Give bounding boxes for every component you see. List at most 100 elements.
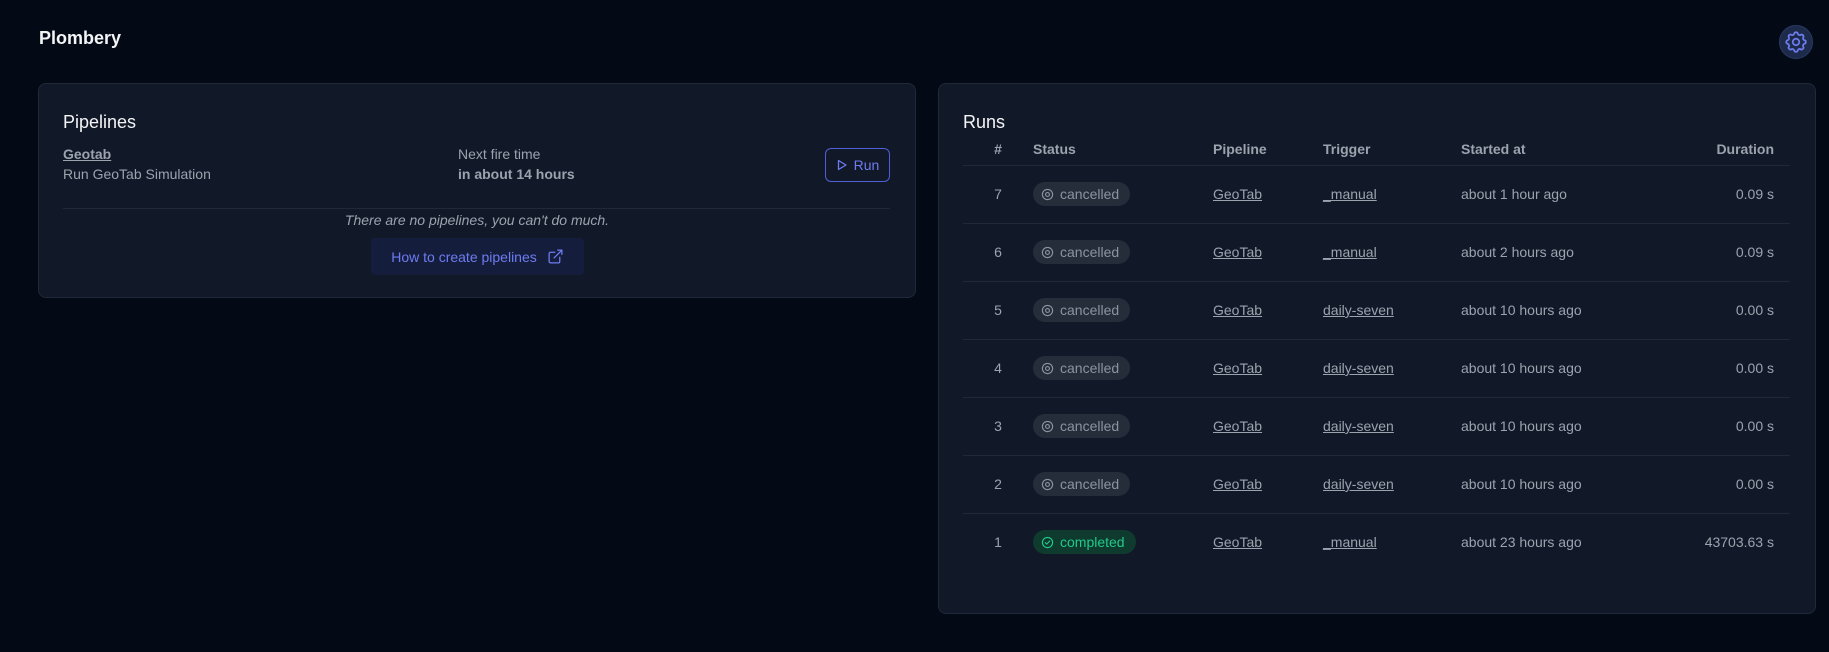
trigger-link[interactable]: daily-seven	[1323, 302, 1394, 318]
trigger-cell: _manual	[1323, 164, 1461, 223]
cancelled-icon	[1041, 420, 1054, 432]
status-badge: cancelled	[1033, 240, 1131, 264]
pipeline-cell: GeoTab	[1213, 164, 1323, 223]
column-header-started-at: Started at	[1461, 140, 1526, 157]
pipeline-name-link[interactable]: Geotab	[63, 146, 111, 162]
run-number: 2	[963, 454, 1033, 513]
status-cell: cancelled	[1033, 164, 1213, 223]
status-label: cancelled	[1060, 476, 1120, 492]
pipeline-link[interactable]: GeoTab	[1213, 476, 1262, 492]
table-row[interactable]: 5 cancelled GeoTab daily-seven about 10 hour…	[963, 280, 1790, 339]
run-number: 4	[963, 338, 1033, 397]
empty-message: There are no pipelines, you can't do muc…	[344, 212, 610, 228]
runs-title: Runs	[963, 112, 1006, 132]
divider	[63, 208, 890, 209]
status-label: cancelled	[1060, 186, 1120, 202]
duration: 0.09 s	[1681, 164, 1790, 223]
pipeline-link[interactable]: GeoTab	[1213, 418, 1262, 434]
status-label: cancelled	[1060, 418, 1120, 434]
cancelled-icon	[1041, 188, 1054, 200]
run-button[interactable]: Run	[825, 148, 890, 182]
pipeline-cell: GeoTab	[1213, 454, 1323, 513]
trigger-link[interactable]: _manual	[1323, 534, 1377, 550]
status-label: cancelled	[1060, 244, 1120, 260]
status-cell: completed	[1033, 512, 1213, 571]
table-row[interactable]: 6 cancelled GeoTab _manual about 2 hours ago…	[963, 222, 1790, 281]
trigger-cell: daily-seven	[1323, 396, 1461, 455]
trigger-cell: daily-seven	[1323, 338, 1461, 397]
table-header-row: # Status Pipeline Trigger Started at Dur…	[963, 133, 1790, 165]
pipeline-cell: GeoTab	[1213, 512, 1323, 571]
status-cell: cancelled	[1033, 396, 1213, 455]
trigger-link[interactable]: daily-seven	[1323, 476, 1394, 492]
trigger-link[interactable]: daily-seven	[1323, 418, 1394, 434]
started-at: about 2 hours ago	[1461, 222, 1681, 281]
status-label: completed	[1060, 534, 1125, 551]
pipeline-link[interactable]: GeoTab	[1213, 360, 1262, 376]
duration: 0.00 s	[1681, 338, 1790, 397]
next-fire-value: in about 14 hours	[458, 166, 575, 182]
duration: 0.09 s	[1681, 222, 1790, 281]
trigger-link[interactable]: daily-seven	[1323, 360, 1394, 376]
status-badge: completed	[1033, 530, 1136, 555]
table-row[interactable]: 2 cancelled GeoTab daily-seven about 10 hour…	[963, 454, 1790, 513]
trigger-cell: _manual	[1323, 512, 1461, 571]
duration: 43703.63 s	[1681, 512, 1790, 571]
status-cell: cancelled	[1033, 338, 1213, 397]
pipeline-cell: GeoTab	[1213, 222, 1323, 281]
cancelled-icon	[1041, 246, 1054, 258]
next-fire-label: Next fire time	[458, 146, 541, 162]
table-row[interactable]: 7 cancelled GeoTab _manual about 1 hour ago 0…	[963, 164, 1790, 223]
table-row[interactable]: 1 completed GeoTab _manual about 23 hours ag…	[963, 512, 1790, 571]
column-header-number: #	[994, 140, 1002, 157]
trigger-link[interactable]: _manual	[1323, 244, 1377, 260]
howto-label: How to create pipelines	[391, 248, 537, 265]
cancelled-icon	[1041, 362, 1054, 374]
pipeline-link[interactable]: GeoTab	[1213, 244, 1262, 260]
settings-button[interactable]	[1779, 25, 1813, 59]
status-label: cancelled	[1060, 360, 1120, 376]
started-at: about 10 hours ago	[1461, 280, 1681, 339]
run-number: 7	[963, 164, 1033, 223]
run-number: 3	[963, 396, 1033, 455]
duration: 0.00 s	[1681, 280, 1790, 339]
cancelled-icon	[1041, 304, 1054, 316]
pipeline-cell: GeoTab	[1213, 338, 1323, 397]
table-row[interactable]: 4 cancelled GeoTab daily-seven about 10 hour…	[963, 338, 1790, 397]
started-at: about 1 hour ago	[1461, 164, 1681, 223]
trigger-cell: daily-seven	[1323, 454, 1461, 513]
pipeline-cell: GeoTab	[1213, 280, 1323, 339]
started-at: about 10 hours ago	[1461, 454, 1681, 513]
status-badge: cancelled	[1033, 414, 1131, 438]
run-button-label: Run	[853, 157, 880, 173]
status-badge: cancelled	[1033, 356, 1131, 380]
run-number: 6	[963, 222, 1033, 281]
column-header-duration: Duration	[1716, 140, 1774, 157]
column-header-trigger: Trigger	[1323, 140, 1371, 157]
started-at: about 10 hours ago	[1461, 396, 1681, 455]
column-header-status: Status	[1033, 140, 1076, 157]
play-icon	[837, 159, 847, 171]
gear-icon	[1785, 31, 1807, 53]
status-label: cancelled	[1060, 302, 1120, 318]
pipeline-link[interactable]: GeoTab	[1213, 186, 1262, 202]
table-row[interactable]: 3 cancelled GeoTab daily-seven about 10 hour…	[963, 396, 1790, 455]
status-badge: cancelled	[1033, 472, 1131, 496]
status-cell: cancelled	[1033, 280, 1213, 339]
pipeline-link[interactable]: GeoTab	[1213, 302, 1262, 318]
run-number: 5	[963, 280, 1033, 339]
pipelines-title: Pipelines	[63, 112, 137, 132]
trigger-cell: daily-seven	[1323, 280, 1461, 339]
status-badge: cancelled	[1033, 182, 1131, 206]
app-title: Plombery	[39, 28, 122, 48]
runs-table: # Status Pipeline Trigger Started at Dur…	[963, 133, 1790, 571]
duration: 0.00 s	[1681, 454, 1790, 513]
how-to-create-pipelines-link[interactable]: How to create pipelines	[371, 238, 584, 275]
check-circle-icon	[1041, 536, 1054, 548]
status-cell: cancelled	[1033, 454, 1213, 513]
pipeline-link[interactable]: GeoTab	[1213, 534, 1262, 550]
started-at: about 23 hours ago	[1461, 512, 1681, 571]
trigger-cell: _manual	[1323, 222, 1461, 281]
runs-card: Runs # Status Pipeline Trigger Started a…	[938, 83, 1816, 614]
trigger-link[interactable]: _manual	[1323, 186, 1377, 202]
